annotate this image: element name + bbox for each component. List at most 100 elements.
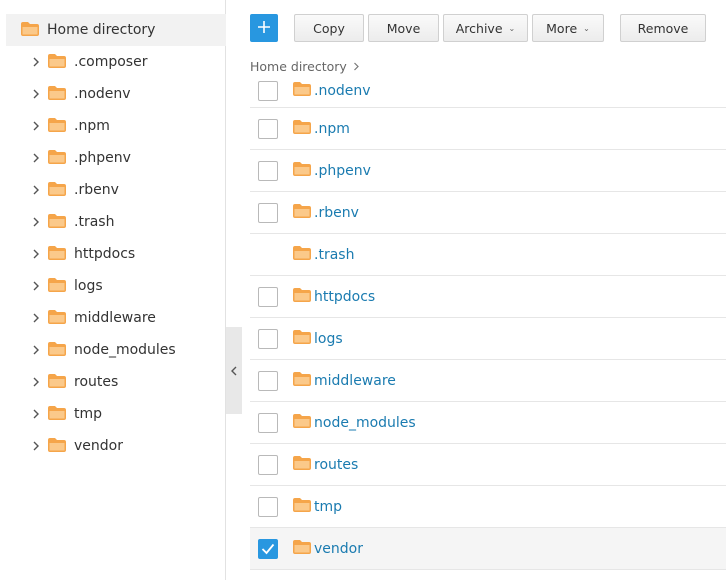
tree-item-trash[interactable]: .trash: [30, 210, 114, 234]
file-row[interactable]: .phpenv: [250, 150, 726, 192]
folder-icon: [293, 539, 311, 558]
tree-item-label: logs: [74, 278, 103, 294]
row-checkbox[interactable]: [258, 370, 278, 391]
tree-item-phpenv[interactable]: .phpenv: [30, 146, 131, 170]
tree-item-label: .npm: [74, 118, 110, 134]
chevron-right-icon[interactable]: [30, 274, 42, 298]
tree-item-npm[interactable]: .npm: [30, 114, 110, 138]
tree-item-label: .phpenv: [74, 150, 131, 166]
chevron-left-icon: [230, 361, 238, 380]
file-row[interactable]: tmp: [250, 486, 726, 528]
row-checkbox[interactable]: [258, 118, 278, 139]
file-row[interactable]: .npm: [250, 108, 726, 150]
tree-item-logs[interactable]: logs: [30, 274, 103, 298]
file-name-link[interactable]: vendor: [314, 541, 363, 557]
row-checkbox[interactable]: [258, 202, 278, 223]
folder-icon: [293, 413, 311, 432]
chevron-right-icon[interactable]: [30, 434, 42, 458]
tree-item-label: node_modules: [74, 342, 176, 358]
folder-icon: [48, 405, 66, 424]
tree-item-label: .trash: [74, 214, 115, 230]
file-row[interactable]: .trash: [250, 234, 726, 276]
file-row[interactable]: .rbenv: [250, 192, 726, 234]
file-name-link[interactable]: .trash: [314, 247, 354, 263]
file-row[interactable]: .nodenv: [250, 74, 726, 108]
chevron-right-icon[interactable]: [30, 402, 42, 426]
folder-icon: [293, 287, 311, 306]
chevron-right-icon[interactable]: [30, 242, 42, 266]
row-checkbox[interactable]: [258, 286, 278, 307]
tree-item-label: middleware: [74, 310, 156, 326]
file-name-link[interactable]: .rbenv: [314, 205, 359, 221]
chevron-right-icon[interactable]: [30, 178, 42, 202]
remove-button[interactable]: Remove: [620, 14, 706, 42]
tree-item-label: vendor: [74, 438, 123, 454]
folder-icon: [48, 53, 66, 72]
tree-item-node-modules[interactable]: node_modules: [30, 338, 176, 362]
folder-icon: [293, 245, 311, 264]
folder-icon: [48, 341, 66, 360]
tree-item-label: .composer: [74, 54, 148, 70]
chevron-right-icon[interactable]: [30, 338, 42, 362]
file-row[interactable]: middleware: [250, 360, 726, 402]
file-name-link[interactable]: .phpenv: [314, 163, 371, 179]
remove-button-label: Remove: [637, 20, 689, 36]
file-name-link[interactable]: tmp: [314, 499, 342, 515]
file-name-link[interactable]: middleware: [314, 373, 396, 389]
folder-icon: [48, 117, 66, 136]
file-row[interactable]: routes: [250, 444, 726, 486]
copy-button[interactable]: Copy: [294, 14, 364, 42]
row-checkbox[interactable]: [258, 454, 278, 475]
chevron-right-icon[interactable]: [30, 114, 42, 138]
tree-item-httpdocs[interactable]: httpdocs: [30, 242, 135, 266]
row-checkbox[interactable]: [258, 496, 278, 517]
file-name-link[interactable]: httpdocs: [314, 289, 375, 305]
tree-item-middleware[interactable]: middleware: [30, 306, 156, 330]
tree-item-label: routes: [74, 374, 119, 390]
chevron-right-icon[interactable]: [30, 146, 42, 170]
plus-icon: [257, 19, 271, 38]
folder-icon: [293, 161, 311, 180]
tree-item-vendor[interactable]: vendor: [30, 434, 123, 458]
chevron-down-icon: ⌄: [508, 23, 516, 33]
chevron-right-icon[interactable]: [30, 50, 42, 74]
row-checkbox[interactable]: [258, 80, 278, 101]
folder-icon: [48, 245, 66, 264]
tree-item-label: tmp: [74, 406, 103, 422]
file-row[interactable]: logs: [250, 318, 726, 360]
tree-root-home-directory[interactable]: Home directory: [6, 14, 226, 46]
file-row[interactable]: httpdocs: [250, 276, 726, 318]
tree-item-nodenv[interactable]: .nodenv: [30, 82, 131, 106]
tree-item-composer[interactable]: .composer: [30, 50, 147, 74]
sidebar-collapse-handle[interactable]: [226, 327, 242, 414]
file-name-link[interactable]: .nodenv: [314, 83, 371, 99]
row-checkbox[interactable]: [258, 538, 278, 559]
chevron-right-icon[interactable]: [30, 370, 42, 394]
tree-item-label: httpdocs: [74, 246, 136, 262]
file-name-link[interactable]: routes: [314, 457, 358, 473]
folder-icon: [48, 181, 66, 200]
tree-item-tmp[interactable]: tmp: [30, 402, 102, 426]
folder-icon: [48, 373, 66, 392]
archive-dropdown-button[interactable]: Archive ⌄: [443, 14, 528, 42]
file-name-link[interactable]: logs: [314, 331, 343, 347]
file-row[interactable]: node_modules: [250, 402, 726, 444]
breadcrumb-home-directory[interactable]: Home directory: [250, 59, 347, 74]
add-button[interactable]: [250, 14, 278, 42]
row-checkbox[interactable]: [258, 160, 278, 181]
chevron-right-icon[interactable]: [30, 306, 42, 330]
tree-item-label: .nodenv: [74, 86, 131, 102]
row-checkbox[interactable]: [258, 412, 278, 433]
more-dropdown-button[interactable]: More ⌄: [532, 14, 604, 42]
folder-icon: [293, 497, 311, 516]
tree-item-routes[interactable]: routes: [30, 370, 118, 394]
chevron-right-icon[interactable]: [30, 82, 42, 106]
move-button[interactable]: Move: [368, 14, 439, 42]
tree-item-rbenv[interactable]: .rbenv: [30, 178, 119, 202]
file-name-link[interactable]: .npm: [314, 121, 350, 137]
chevron-right-icon[interactable]: [30, 210, 42, 234]
file-row[interactable]: vendor: [250, 528, 726, 570]
folder-icon: [293, 203, 311, 222]
file-name-link[interactable]: node_modules: [314, 415, 416, 431]
row-checkbox[interactable]: [258, 328, 278, 349]
